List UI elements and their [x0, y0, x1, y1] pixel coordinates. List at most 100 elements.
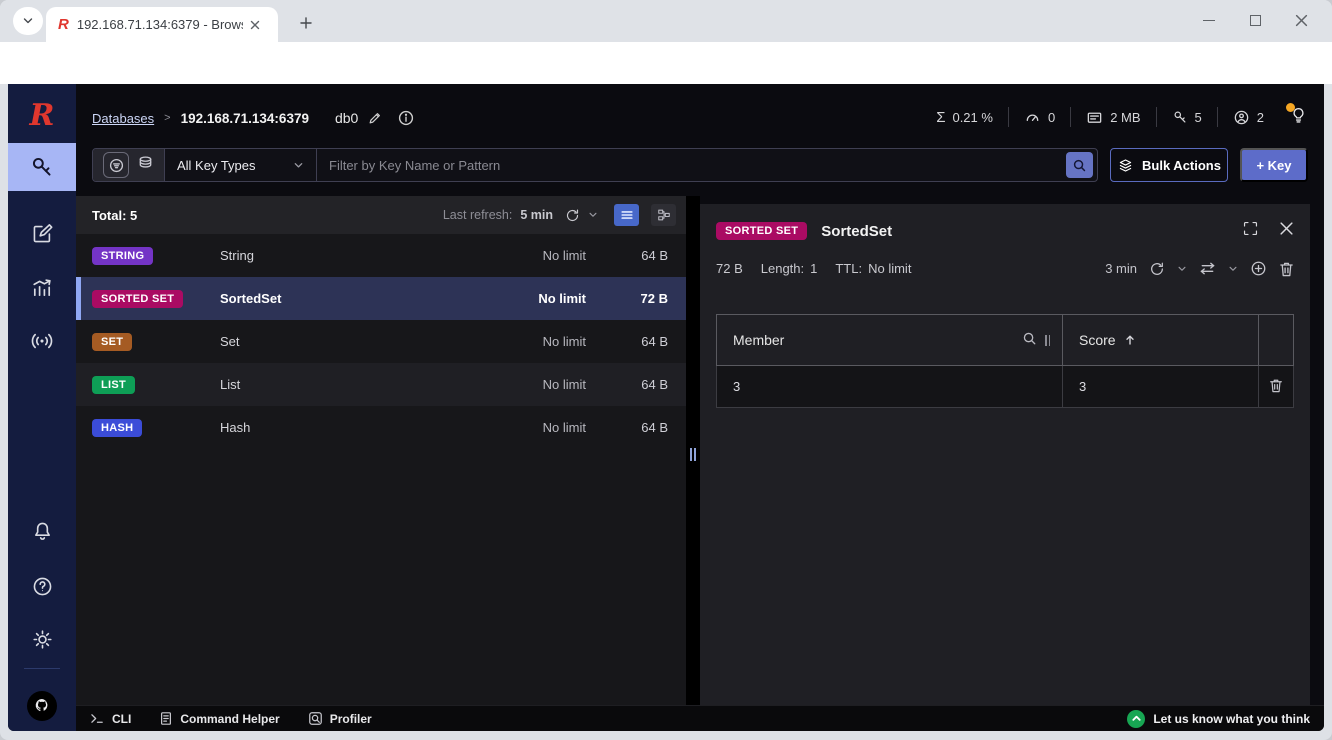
- score-cell[interactable]: 3: [1063, 366, 1259, 407]
- key-ttl: No limit: [466, 334, 586, 349]
- key-name-title[interactable]: SortedSet: [821, 223, 892, 240]
- trash-icon: [1279, 261, 1294, 277]
- column-resize-handle[interactable]: [1045, 335, 1050, 346]
- search-member-button[interactable]: [1022, 331, 1037, 349]
- sidebar-item-workbench[interactable]: [8, 211, 76, 255]
- add-member-button[interactable]: [1250, 260, 1267, 277]
- key-filter-combo: All Key Types: [92, 148, 1098, 182]
- sidebar-item-pub-sub[interactable]: [8, 319, 76, 363]
- feedback-label: Let us know what you think: [1153, 712, 1310, 726]
- bulk-actions-button[interactable]: Bulk Actions: [1110, 148, 1228, 182]
- key-type-select[interactable]: All Key Types: [165, 149, 317, 181]
- key-details-panel: SORTED SET SortedSet 72 B Length:: [700, 204, 1310, 705]
- member-cell[interactable]: 3: [717, 366, 1063, 407]
- tab-close-icon[interactable]: [249, 19, 261, 31]
- total-memory-icon: [1086, 109, 1103, 126]
- sidebar-item-settings[interactable]: [8, 617, 76, 661]
- tab-search-button[interactable]: [13, 7, 43, 35]
- profiler-toggle[interactable]: Profiler: [308, 711, 372, 726]
- window-minimize-button[interactable]: [1194, 6, 1224, 34]
- key-row-hash[interactable]: HASH Hash No limit 64 B: [76, 406, 686, 449]
- sidebar-item-analytics[interactable]: [8, 266, 76, 310]
- tab-title: 192.168.71.134:6379 - Browser: [77, 17, 243, 32]
- key-type-select-value: All Key Types: [177, 158, 256, 173]
- redisearch-button[interactable]: [137, 154, 154, 176]
- edit-db-index-icon[interactable]: [368, 111, 382, 125]
- window-close-button[interactable]: [1286, 6, 1316, 34]
- score-column-label: Score: [1079, 332, 1116, 348]
- resize-handle-icon[interactable]: [690, 448, 696, 461]
- details-refresh-value: 3 min: [1105, 261, 1137, 276]
- notification-dot: [1286, 103, 1295, 112]
- ttl-label: TTL:: [835, 261, 862, 276]
- key-size: 64 B: [586, 248, 668, 263]
- key-meta-row: 72 B Length: 1 TTL: No limit 3 min: [700, 260, 1310, 277]
- scan-filter-button[interactable]: [103, 152, 129, 178]
- stat-memory-value: 2 MB: [1110, 110, 1140, 125]
- filter-circle-icon: [109, 158, 124, 173]
- sort-asc-icon[interactable]: [1124, 334, 1136, 346]
- apply-filter-button[interactable]: [1066, 152, 1093, 178]
- db-info-icon[interactable]: [398, 110, 414, 126]
- delete-member-button[interactable]: [1269, 378, 1283, 396]
- bottom-bar: CLI Command Helper Profiler: [76, 705, 1324, 731]
- breadcrumb-databases-link[interactable]: Databases: [92, 111, 154, 126]
- redis-logo[interactable]: R: [8, 92, 76, 138]
- sidebar-item-notifications[interactable]: [8, 509, 76, 553]
- format-switcher-button[interactable]: [1199, 260, 1216, 277]
- browser-window: R 192.168.71.134:6379 - Browser localhos…: [0, 0, 1332, 740]
- stat-cpu: Σ 0.21 %: [936, 110, 993, 125]
- insights-button[interactable]: [1289, 106, 1308, 128]
- new-tab-button[interactable]: [294, 11, 318, 35]
- refresh-keys-button[interactable]: [565, 208, 580, 223]
- refresh-settings-chevron[interactable]: [588, 210, 598, 220]
- active-tab[interactable]: R 192.168.71.134:6379 - Browser: [46, 7, 278, 42]
- window-maximize-button[interactable]: [1240, 6, 1270, 34]
- list-view-icon: [620, 208, 634, 222]
- key-type-badge: LIST: [92, 376, 135, 394]
- row-actions-cell: [1259, 366, 1293, 407]
- db-index-label[interactable]: db0: [335, 110, 358, 126]
- member-row[interactable]: 3 3: [716, 366, 1294, 408]
- member-column-header[interactable]: Member: [717, 315, 1063, 365]
- add-key-label: + Key: [1256, 158, 1291, 173]
- breadcrumb: Databases > 192.168.71.134:6379 db0: [92, 106, 414, 130]
- key-ttl: No limit: [466, 420, 586, 435]
- list-view-button[interactable]: [614, 204, 639, 226]
- key-name: List: [220, 377, 466, 392]
- key-row-list[interactable]: LIST List No limit 64 B: [76, 363, 686, 406]
- sidebar-item-github[interactable]: [8, 684, 76, 728]
- refresh-dropdown-chevron[interactable]: [1177, 264, 1187, 274]
- command-helper-label: Command Helper: [180, 712, 279, 726]
- panel-resize-gutter[interactable]: [686, 196, 700, 705]
- delete-key-button[interactable]: [1279, 261, 1294, 277]
- ttl-value[interactable]: No limit: [868, 261, 911, 276]
- sidebar-item-browser[interactable]: [8, 143, 76, 191]
- tree-view-button[interactable]: [651, 204, 676, 226]
- members-table-header: Member Score: [716, 314, 1294, 366]
- key-row-set[interactable]: SET Set No limit 64 B: [76, 320, 686, 363]
- command-helper-toggle[interactable]: Command Helper: [159, 711, 279, 726]
- refresh-details-button[interactable]: [1149, 261, 1165, 277]
- fullscreen-button[interactable]: [1242, 220, 1259, 242]
- key-search-input[interactable]: [317, 149, 1066, 181]
- minimize-icon: [1203, 20, 1215, 21]
- key-details-header: SORTED SET SortedSet: [700, 204, 1310, 242]
- key-name: String: [220, 248, 466, 263]
- format-dropdown-chevron[interactable]: [1228, 264, 1238, 274]
- feedback-link[interactable]: Let us know what you think: [1127, 710, 1310, 728]
- member-column-label: Member: [733, 332, 784, 348]
- key-row-sortedset[interactable]: SORTED SET SortedSet No limit 72 B: [76, 277, 686, 320]
- tree-view-icon: [657, 208, 671, 222]
- add-key-button[interactable]: + Key: [1240, 148, 1308, 182]
- layers-icon: [1117, 157, 1134, 174]
- actions-column-header: [1259, 315, 1293, 365]
- key-name: Hash: [220, 420, 466, 435]
- score-column-header[interactable]: Score: [1063, 315, 1259, 365]
- key-row-string[interactable]: STRING String No limit 64 B: [76, 234, 686, 277]
- cli-toggle[interactable]: CLI: [90, 712, 131, 726]
- sidebar-item-help[interactable]: [8, 564, 76, 608]
- close-details-button[interactable]: [1279, 221, 1294, 241]
- stat-ops-value: 0: [1048, 110, 1055, 125]
- key-ttl: No limit: [466, 248, 586, 263]
